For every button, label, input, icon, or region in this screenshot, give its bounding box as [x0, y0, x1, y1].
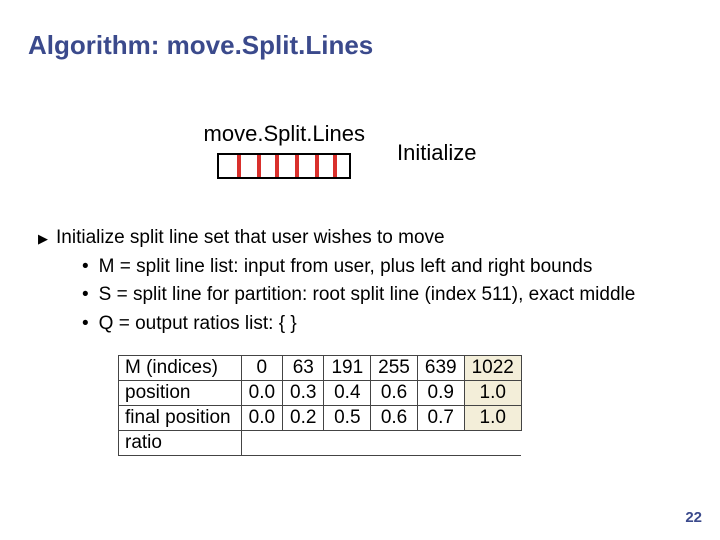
data-table: M (indices)0631912556391022position0.00.…	[118, 355, 522, 456]
graphic-block: move.Split.Lines	[204, 121, 365, 179]
bullet-l2: • S = split line for partition: root spl…	[82, 282, 692, 308]
data-table-wrap: M (indices)0631912556391022position0.00.…	[118, 355, 692, 456]
bullet-text: M = split line list: input from user, pl…	[99, 254, 593, 280]
bullet-l2: • M = split line list: input from user, …	[82, 254, 692, 280]
split-line-icon	[295, 155, 299, 177]
table-cell: 0.7	[417, 405, 464, 430]
split-line-icon	[237, 155, 241, 177]
table-cell: 0.0	[241, 380, 282, 405]
bullet-marker-icon: •	[82, 254, 89, 280]
table-cell: 0.5	[324, 405, 371, 430]
table-cell: 1.0	[464, 405, 521, 430]
table-cell	[324, 430, 371, 455]
table-cell: 0.2	[283, 405, 324, 430]
table-cell: 0.3	[283, 380, 324, 405]
table-row: M (indices)0631912556391022	[119, 355, 522, 380]
row-header: M (indices)	[119, 355, 242, 380]
table-cell: 191	[324, 355, 371, 380]
bullet-marker-icon: •	[82, 282, 89, 308]
slide: Algorithm: move.Split.Lines move.Split.L…	[0, 0, 720, 540]
table-cell	[464, 430, 521, 455]
table-row: position0.00.30.40.60.91.0	[119, 380, 522, 405]
initialize-label: Initialize	[397, 140, 476, 166]
row-header: final position	[119, 405, 242, 430]
table-cell: 255	[371, 355, 418, 380]
page-number: 22	[685, 509, 702, 526]
table-cell	[241, 430, 282, 455]
table-cell: 0	[241, 355, 282, 380]
bullet-marker-icon: •	[82, 311, 89, 337]
bullet-l1: ▶ Initialize split line set that user wi…	[38, 225, 692, 251]
bullet-marker-icon: ▶	[38, 230, 48, 251]
bullet-text: S = split line for partition: root split…	[99, 282, 636, 308]
split-line-icon	[257, 155, 261, 177]
table-cell	[371, 430, 418, 455]
table-cell	[417, 430, 464, 455]
bullet-list: ▶ Initialize split line set that user wi…	[38, 225, 692, 337]
row-header: position	[119, 380, 242, 405]
table-cell: 1022	[464, 355, 521, 380]
table-cell: 639	[417, 355, 464, 380]
page-title: Algorithm: move.Split.Lines	[28, 30, 692, 61]
graphic-label: move.Split.Lines	[204, 121, 365, 147]
table-cell	[283, 430, 324, 455]
bullet-text: Initialize split line set that user wish…	[56, 225, 445, 251]
center-row: move.Split.Lines Initialize	[0, 121, 692, 179]
split-line-icon	[275, 155, 279, 177]
bullet-l2: • Q = output ratios list: { }	[82, 311, 692, 337]
table-cell: 63	[283, 355, 324, 380]
table-row: final position0.00.20.50.60.71.0	[119, 405, 522, 430]
table-cell: 0.9	[417, 380, 464, 405]
table-cell: 0.6	[371, 405, 418, 430]
table-cell: 1.0	[464, 380, 521, 405]
splitlines-icon	[217, 153, 351, 179]
table-cell: 0.6	[371, 380, 418, 405]
split-line-icon	[315, 155, 319, 177]
row-header: ratio	[119, 430, 242, 455]
split-line-icon	[333, 155, 337, 177]
table-row: ratio	[119, 430, 522, 455]
table-cell: 0.4	[324, 380, 371, 405]
table-cell: 0.0	[241, 405, 282, 430]
bullet-text: Q = output ratios list: { }	[99, 311, 297, 337]
